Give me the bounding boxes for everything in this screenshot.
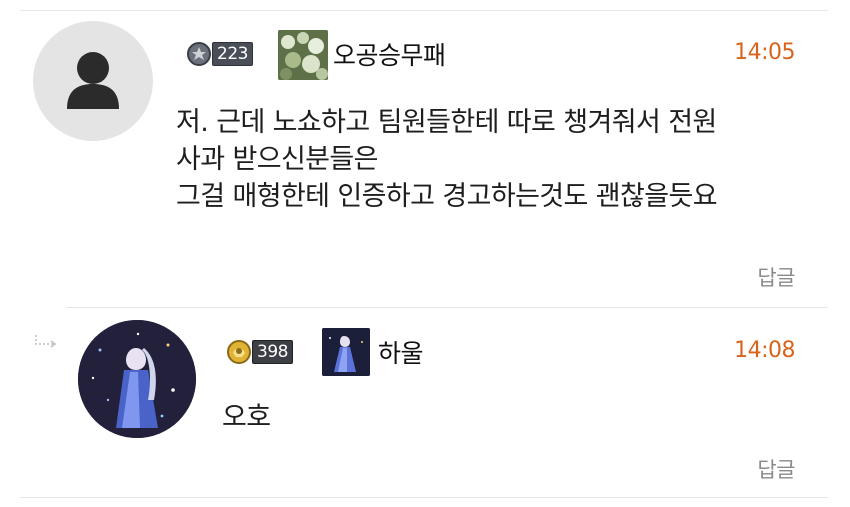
user-icon: [67, 52, 119, 109]
reply-button[interactable]: 답글: [757, 454, 795, 484]
comment-line: 그걸 매형한테 인증하고 경고하는것도 괜찮을듯요: [176, 181, 718, 212]
comment-body: 저. 근데 노쇼하고 팀원들한테 따로 챙겨줘서 전원 사과 받으신분들은 그걸…: [176, 105, 816, 216]
anime-avatar: [78, 320, 196, 438]
comment-divider: [66, 307, 828, 308]
level-number: 223: [212, 42, 253, 66]
level-badge: 223: [186, 42, 253, 66]
level-emblem-icon: [186, 41, 212, 67]
level-emblem-icon: [226, 339, 252, 365]
nickname[interactable]: 하울: [378, 334, 424, 370]
user-avatar-default[interactable]: [33, 21, 153, 141]
profile-thumbnail[interactable]: [278, 30, 328, 80]
nickname[interactable]: 오공승무패: [333, 36, 446, 72]
reply-arrow-icon: [34, 334, 60, 354]
level-number: 398: [252, 340, 293, 364]
top-divider: [20, 10, 828, 11]
profile-thumbnail[interactable]: [322, 328, 370, 376]
comment-line: 저. 근데 노쇼하고 팀원들한테 따로 챙겨줘서 전원: [176, 107, 717, 138]
level-badge: 398: [226, 340, 293, 364]
reply-button[interactable]: 답글: [757, 262, 795, 292]
bottom-divider: [20, 497, 828, 498]
comment-body: 오호: [222, 402, 271, 433]
user-avatar[interactable]: [78, 320, 196, 438]
comment-time: 14:05: [734, 40, 795, 65]
comment-line: 사과 받으신분들은: [176, 144, 379, 175]
comment-time: 14:08: [734, 338, 795, 363]
